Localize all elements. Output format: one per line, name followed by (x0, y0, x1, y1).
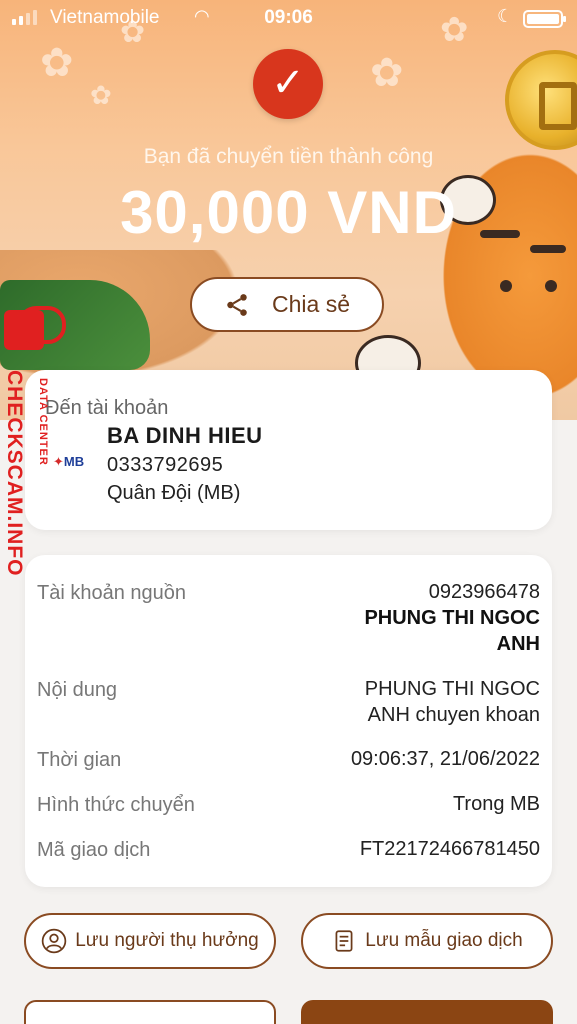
secondary-action-button[interactable] (24, 1000, 276, 1024)
source-account-number: 0923966478 (428, 581, 540, 603)
share-label: Chia sẻ (272, 291, 350, 317)
recipient-card: Đến tài khoản ✦MB BA DINH HIEU 033379269… (25, 370, 552, 530)
share-button[interactable]: Chia sẻ (190, 277, 384, 332)
primary-action-button[interactable] (301, 1000, 553, 1024)
watermark: CHECKSCAM.INFO DATA CENTER (2, 306, 66, 590)
status-bar: Vietnamobile ◠ 09:06 ☾ (0, 0, 577, 38)
transaction-id-value: FT22172466781450 (359, 838, 540, 860)
save-template-label: Lưu mẫu giao dịch (365, 930, 523, 951)
success-check-icon: ✓ (253, 49, 323, 119)
transfer-method-value: Trong MB (452, 793, 540, 815)
share-icon (227, 293, 247, 316)
blossom-decoration: ✿ (40, 41, 74, 85)
tiger-eye (545, 280, 557, 292)
blossom-decoration: ✿ (90, 80, 112, 110)
recipient-name: BA DINH HIEU (107, 423, 263, 448)
save-template-button[interactable]: Lưu mẫu giao dịch (301, 913, 553, 969)
recipient-bank: Quân Đội (MB) (107, 482, 241, 504)
success-message: Bạn đã chuyển tiền thành công (143, 145, 434, 168)
watermark-text: CHECKSCAM.INFO (3, 370, 26, 577)
to-account-label: Đến tài khoản (45, 397, 169, 419)
user-icon (41, 928, 67, 954)
transfer-amount: 30,000 VND (120, 179, 457, 246)
transaction-details-card: Tài khoản nguồn 0923966478 PHUNG THI NGO… (25, 555, 552, 887)
clock: 09:06 (264, 7, 313, 28)
content-value: PHUNG THI NGOC ANH chuyen khoan (364, 678, 540, 726)
document-icon (335, 930, 353, 952)
recipient-account: 0333792695 (107, 454, 224, 476)
battery-icon (523, 10, 566, 28)
save-recipient-label: Lưu người thụ hưởng (75, 930, 259, 951)
moon-icon: ☾ (497, 6, 514, 26)
time-value: 09:06:37, 21/06/2022 (350, 748, 540, 770)
source-account-value: 0923966478 PHUNG THI NGOC ANH (364, 579, 540, 657)
lock-icon (4, 306, 66, 350)
time-label: Thời gian (37, 749, 122, 771)
source-account-name: PHUNG THI NGOC ANH (364, 607, 540, 655)
blossom-decoration: ✿ (370, 51, 404, 95)
tiger-eye (500, 280, 512, 292)
watermark-subtext: DATA CENTER (37, 378, 49, 466)
transfer-method-label: Hình thức chuyển (37, 794, 195, 816)
content-label: Nội dung (37, 679, 118, 701)
transaction-id-label: Mã giao dịch (37, 839, 151, 861)
coin-decoration (505, 50, 577, 150)
save-recipient-button[interactable]: Lưu người thụ hưởng (24, 913, 276, 969)
